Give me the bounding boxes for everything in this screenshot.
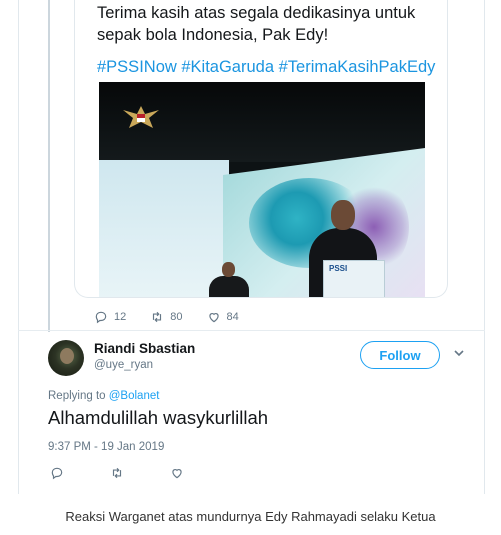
person-small (209, 262, 249, 297)
retweet-icon (112, 467, 122, 479)
thread-line (48, 0, 50, 332)
reply-count: 12 (114, 311, 127, 323)
quoted-tweet-hashtags[interactable]: #PSSINow #KitaGaruda #TerimaKasihPakEdy (97, 58, 435, 77)
reply-action[interactable]: 12 (94, 310, 126, 324)
podium-logo: PSSI (329, 264, 348, 273)
like-action[interactable]: 84 (207, 310, 239, 324)
quoted-tweet-card[interactable]: Terima kasih atas segala dedikasinya unt… (74, 0, 448, 298)
reply-icon (95, 311, 107, 324)
garuda-emblem-icon (113, 100, 169, 134)
like-action-2[interactable] (170, 466, 184, 480)
caption: Reaksi Warganet atas mundurnya Edy Rahma… (65, 509, 436, 524)
like-icon (172, 469, 182, 479)
retweet-action-2[interactable] (110, 466, 124, 480)
user-handle[interactable]: @uye_ryan (94, 359, 153, 371)
timestamp[interactable]: 9:37 PM - 19 Jan 2019 (48, 441, 164, 453)
like-icon (208, 313, 219, 323)
reply-action-2[interactable] (50, 466, 64, 480)
replying-prefix: Replying to (48, 390, 106, 402)
retweet-action[interactable]: 80 (150, 310, 183, 324)
chevron-down-icon[interactable] (453, 347, 465, 359)
tweet-text: Alhamdulillah wasykurlillah (48, 407, 269, 428)
replying-mention[interactable]: @Bolanet (109, 390, 160, 402)
divider (18, 330, 485, 331)
avatar[interactable] (48, 340, 84, 376)
replying-to: Replying to @Bolanet (48, 390, 159, 402)
retweet-count: 80 (170, 311, 183, 323)
like-count: 84 (226, 311, 239, 323)
follow-button[interactable]: Follow (360, 341, 440, 369)
quoted-tweet-text: Terima kasih atas segala dedikasinya unt… (97, 4, 416, 44)
quoted-tweet-photo[interactable]: PSSI (99, 82, 425, 297)
reply-icon (51, 467, 63, 480)
quoted-tweet-actions: 12 80 84 (94, 310, 263, 324)
retweet-icon (153, 311, 162, 323)
reply-tweet-actions (50, 466, 208, 480)
user-name[interactable]: Riandi Sbastian (94, 341, 195, 356)
